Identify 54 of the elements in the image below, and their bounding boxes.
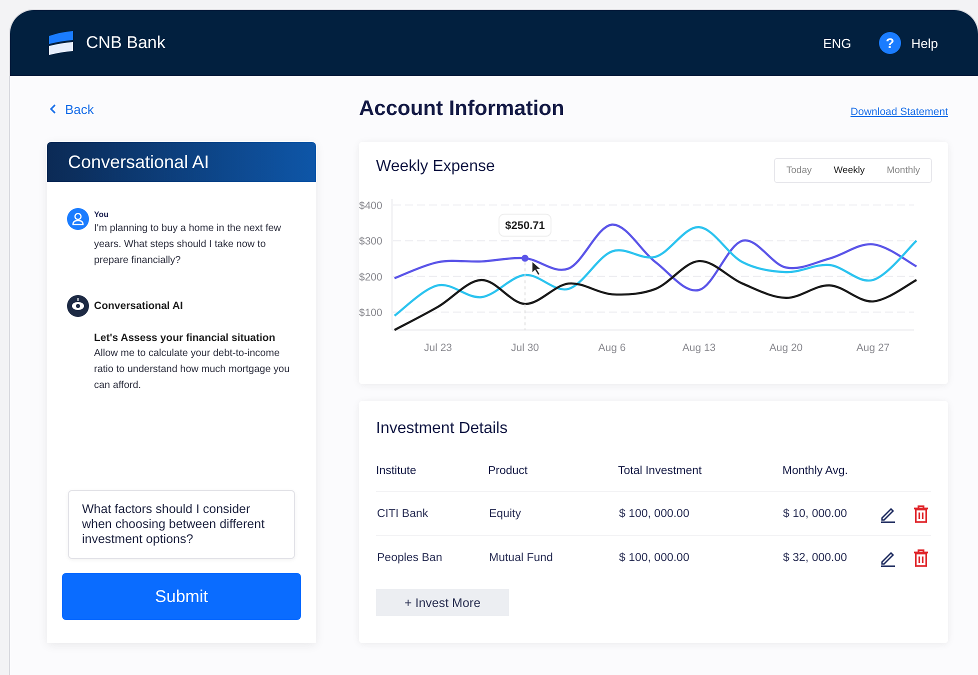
period-tab[interactable]: Monthly — [876, 159, 931, 182]
logo-icon — [48, 30, 74, 56]
card-title: Investment Details — [376, 420, 509, 438]
period-tab[interactable]: Weekly — [822, 159, 876, 182]
value-tooltip: $250.71 — [498, 214, 552, 237]
trash-icon[interactable] — [913, 548, 929, 566]
y-tick-label: $200 — [359, 271, 382, 284]
data-point[interactable] — [522, 254, 528, 262]
submit-button[interactable]: Submit — [62, 573, 301, 620]
language-button[interactable]: ENG — [823, 36, 852, 50]
back-link[interactable]: Back — [49, 101, 94, 117]
message-heading: Let's Assess your financial situation — [94, 332, 276, 344]
chevron-left-icon — [49, 104, 57, 114]
chat-title: Conversational AI — [68, 152, 210, 172]
table-cell: $ 32, 000.00 — [760, 536, 848, 579]
card-title: Weekly Expense — [376, 158, 495, 176]
x-tick-label: Aug 13 — [682, 342, 716, 354]
table-cell: $ 100, 000.00 — [618, 492, 760, 536]
column-header: Product — [488, 458, 618, 492]
y-tick-label: $300 — [359, 236, 382, 248]
x-tick-label: Jul 30 — [510, 342, 540, 354]
table-cell: CITI Bank — [376, 492, 488, 536]
x-tick-label: Aug 27 — [856, 342, 890, 354]
x-tick-label: Aug 20 — [769, 342, 803, 354]
message-author: Conversational AI — [94, 300, 183, 312]
column-header: Monthly Avg. — [760, 458, 848, 492]
message-text: Allow me to calculate your debt-to-income ratio to understand how much mortgage you can afford. — [94, 347, 291, 393]
table-cell: Peoples Ban — [376, 536, 488, 579]
column-header: Total Investment — [618, 458, 760, 492]
y-tick-label: $100 — [359, 307, 382, 320]
message-author: You — [94, 210, 110, 219]
bot-avatar-icon — [67, 295, 89, 317]
user-avatar-icon — [67, 208, 89, 230]
page-title: Account Information — [359, 97, 564, 121]
table-cell: Equity — [488, 492, 618, 536]
brand-name: CNB Bank — [86, 33, 166, 53]
y-tick-label: $400 — [359, 200, 382, 212]
help-button[interactable]: ? Help — [879, 32, 938, 54]
annotation: $250.71 — [505, 220, 545, 232]
hover-guide-line — [524, 262, 526, 330]
cursor-icon — [532, 260, 542, 276]
column-header: Institute — [376, 458, 488, 492]
table-cell: $ 100, 000.00 — [618, 536, 760, 579]
x-tick-label: Aug 6 — [598, 342, 626, 354]
period-tab[interactable]: Today — [775, 159, 823, 182]
trash-icon[interactable] — [913, 504, 929, 522]
table-cell: Mutual Fund — [488, 536, 618, 579]
message-text: I'm planning to buy a home in the next few years. What steps should I take now to prepare financially? — [94, 222, 282, 268]
table-cell: $ 10, 000.00 — [760, 492, 848, 536]
x-tick-label: Jul 23 — [424, 342, 452, 354]
message-input[interactable]: What factors should I consider when choosing between different investment options? — [68, 490, 295, 559]
invest-more-button[interactable]: + Invest More — [376, 589, 509, 616]
help-icon: ? — [879, 32, 902, 54]
download-statement-link[interactable]: Download Statement — [850, 106, 948, 118]
